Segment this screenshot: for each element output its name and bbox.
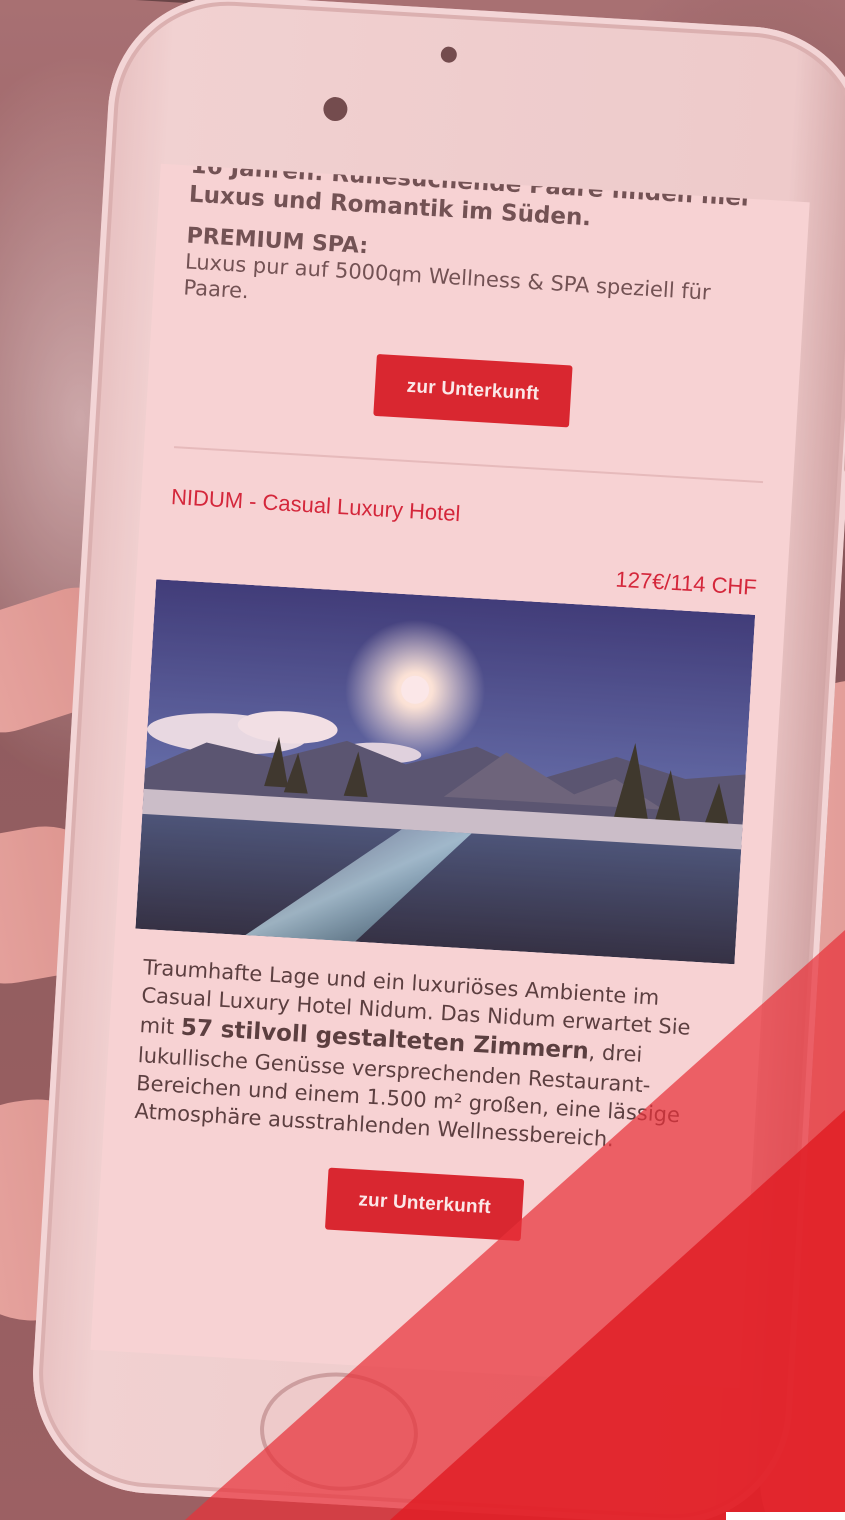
zur-unterkunft-button-1[interactable]: zur Unterkunft xyxy=(373,353,573,428)
zur-unterkunft-button-2[interactable]: zur Unterkunft xyxy=(324,1167,525,1241)
hotel-description: Traumhafte Lage und ein luxuriöses Ambie… xyxy=(134,953,733,1160)
hotel-name[interactable]: NIDUM - Casual Luxury Hotel xyxy=(170,484,761,545)
phone-screen: 16 Jahren: Ruhesuchende Paare finden hie… xyxy=(90,163,810,1389)
photo-scene: 16 Jahren: Ruhesuchende Paare finden hie… xyxy=(0,0,845,1520)
smartphone: 16 Jahren: Ruhesuchende Paare finden hie… xyxy=(26,0,845,1520)
hotel-pool-photo xyxy=(135,579,756,965)
section-divider xyxy=(174,446,764,484)
newsletter-content: 16 Jahren: Ruhesuchende Paare finden hie… xyxy=(128,164,779,1253)
